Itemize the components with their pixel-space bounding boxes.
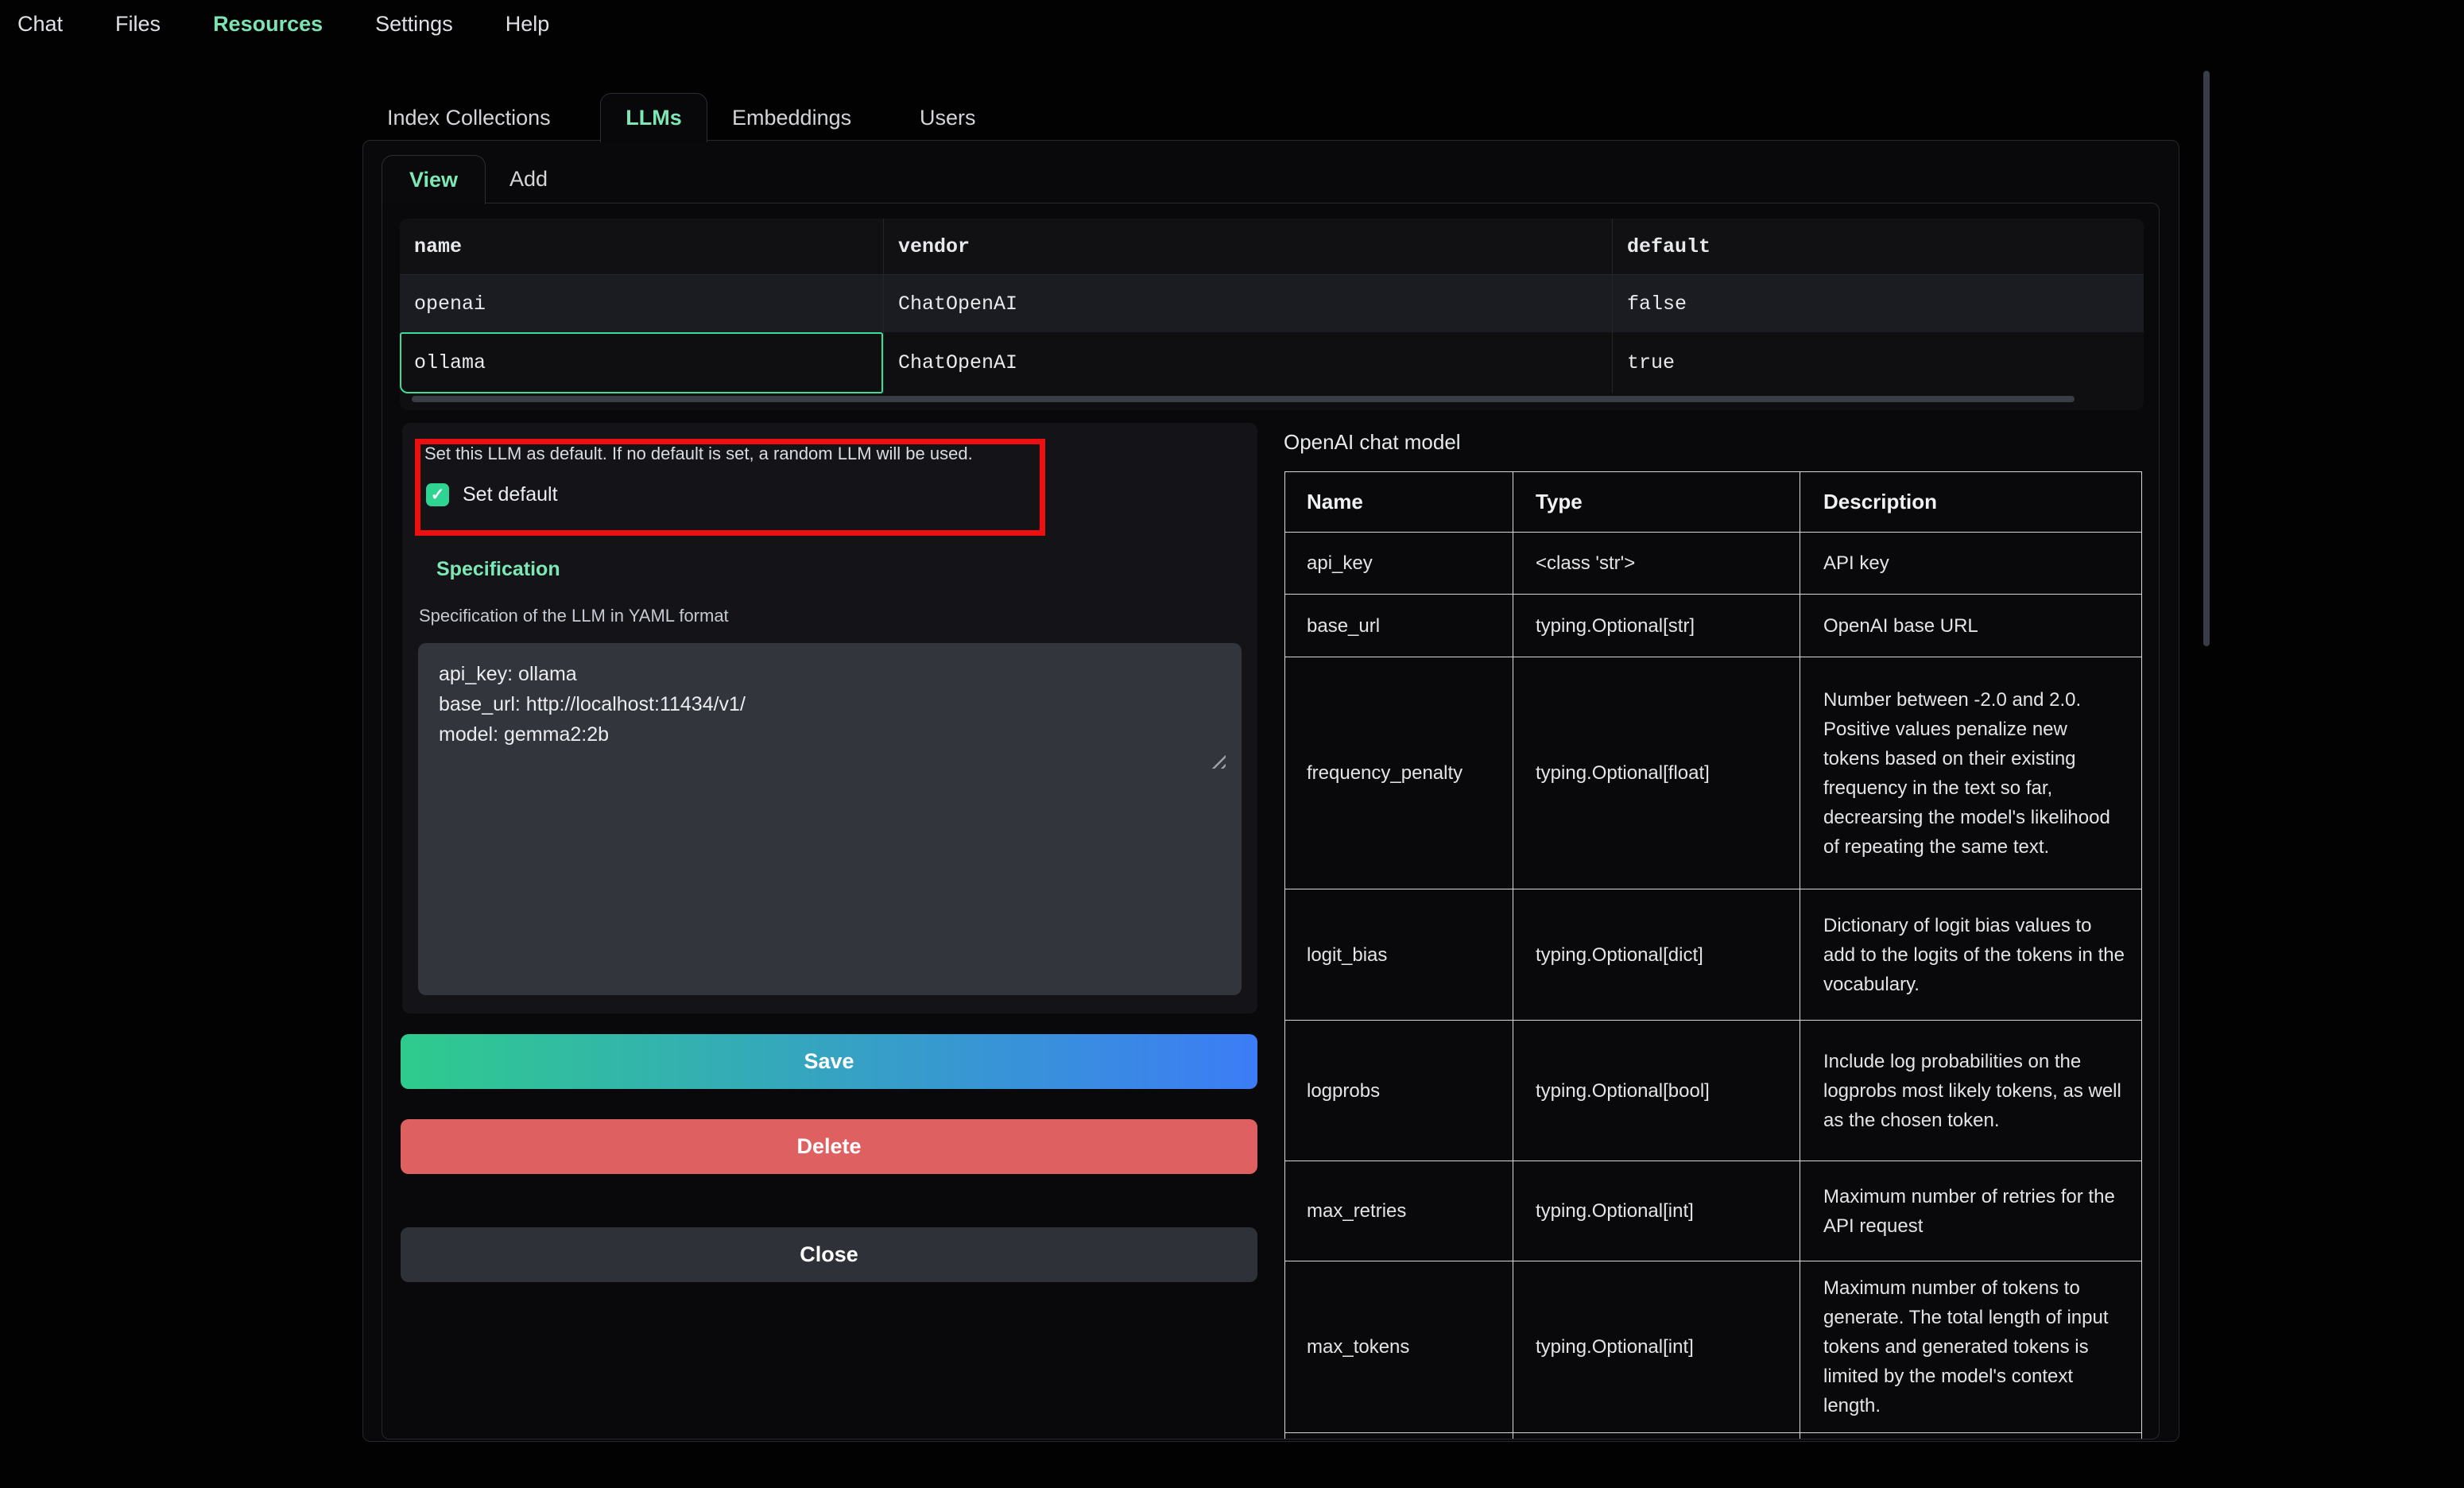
param-description: Number between -2.0 and 2.0. Positive va…	[1800, 657, 2141, 889]
table-row: base_url typing.Optional[str] OpenAI bas…	[1285, 595, 2141, 657]
delete-button[interactable]: Delete	[401, 1119, 1257, 1174]
param-type: <class 'str'>	[1513, 533, 1800, 594]
tab-embeddings[interactable]: Embeddings	[732, 93, 851, 142]
nav-item-chat[interactable]: Chat	[17, 12, 63, 37]
set-default-row: ✓ Set default	[426, 483, 558, 506]
param-name	[1285, 1433, 1513, 1439]
app-root: Chat Files Resources Settings Help Index…	[0, 0, 2464, 1488]
table-row-partial	[1285, 1433, 2141, 1439]
llm-col-vendor: vendor	[883, 219, 1612, 274]
table-row: logit_bias typing.Optional[dict] Diction…	[1285, 889, 2141, 1021]
top-nav: Chat Files Resources Settings Help	[0, 0, 2464, 48]
table-row: api_key <class 'str'> API key	[1285, 533, 2141, 595]
nav-item-settings[interactable]: Settings	[375, 12, 453, 37]
param-name: max_retries	[1285, 1161, 1513, 1261]
llm-row-default: false	[1612, 275, 2144, 332]
close-button[interactable]: Close	[401, 1227, 1257, 1282]
tab-index-collections[interactable]: Index Collections	[387, 93, 551, 142]
params-header-row: Name Type Description	[1285, 472, 2141, 533]
llm-list-table: name vendor default openai ChatOpenAI fa…	[400, 219, 2144, 410]
set-default-label: Set default	[463, 483, 558, 506]
check-icon: ✓	[431, 485, 445, 505]
param-description: API key	[1800, 533, 2141, 594]
table-row: max_retries typing.Optional[int] Maximum…	[1285, 1161, 2141, 1261]
llm-row-name[interactable]: openai	[400, 275, 883, 332]
specification-heading: Specification	[436, 558, 560, 581]
tab-llms[interactable]: LLMs	[600, 93, 707, 142]
save-button[interactable]: Save	[401, 1034, 1257, 1089]
param-description: Dictionary of logit bias values to add t…	[1800, 889, 2141, 1020]
llm-row-vendor: ChatOpenAI	[883, 275, 1612, 332]
llm-table-header: name vendor default	[400, 219, 2144, 275]
param-type: typing.Optional[float]	[1513, 657, 1800, 889]
param-type	[1513, 1433, 1800, 1439]
nav-item-files[interactable]: Files	[115, 12, 161, 37]
nav-item-resources[interactable]: Resources	[213, 12, 323, 37]
param-name: base_url	[1285, 595, 1513, 657]
llm-row-vendor: ChatOpenAI	[883, 332, 1612, 393]
params-table-viewport: Name Type Description api_key <class 'st…	[1284, 471, 2143, 1439]
param-description: Maximum number of retries for the API re…	[1800, 1161, 2141, 1261]
llm-col-name: name	[400, 219, 883, 274]
subtab-view[interactable]: View	[382, 155, 486, 204]
nav-item-help[interactable]: Help	[506, 12, 550, 37]
params-panel-title: OpenAI chat model	[1284, 430, 1461, 455]
yaml-specification-input[interactable]: api_key: ollama base_url: http://localho…	[418, 643, 1242, 995]
params-table: Name Type Description api_key <class 'st…	[1284, 471, 2142, 1439]
llm-row-name[interactable]: ollama	[400, 332, 883, 393]
param-type: typing.Optional[int]	[1513, 1261, 1800, 1432]
params-col-name: Name	[1285, 472, 1513, 532]
params-col-type: Type	[1513, 472, 1800, 532]
llm-col-default: default	[1612, 219, 2144, 274]
param-type: typing.Optional[int]	[1513, 1161, 1800, 1261]
set-default-checkbox[interactable]: ✓	[426, 483, 449, 506]
param-description: Include log probabilities on the logprob…	[1800, 1021, 2141, 1161]
tab-users[interactable]: Users	[920, 93, 976, 142]
vertical-scrollbar[interactable]	[2203, 71, 2210, 646]
specification-helper: Specification of the LLM in YAML format	[419, 606, 729, 626]
table-row-selected[interactable]: ollama ChatOpenAI true	[400, 332, 2144, 393]
subtab-add[interactable]: Add	[509, 155, 548, 203]
table-row[interactable]: openai ChatOpenAI false	[400, 275, 2144, 332]
param-name: frequency_penalty	[1285, 657, 1513, 889]
param-name: logit_bias	[1285, 889, 1513, 1020]
llm-row-default: true	[1612, 332, 2144, 393]
table-row: max_tokens typing.Optional[int] Maximum …	[1285, 1261, 2141, 1433]
param-description: Maximum number of tokens to generate. Th…	[1800, 1261, 2141, 1432]
param-name: max_tokens	[1285, 1261, 1513, 1432]
param-description	[1800, 1433, 2141, 1439]
horizontal-scrollbar[interactable]	[412, 396, 2075, 402]
table-row: logprobs typing.Optional[bool] Include l…	[1285, 1021, 2141, 1161]
table-row: frequency_penalty typing.Optional[float]…	[1285, 657, 2141, 889]
set-default-note: Set this LLM as default. If no default i…	[424, 444, 1036, 464]
llm-detail-form: Set this LLM as default. If no default i…	[402, 423, 1257, 1013]
param-type: typing.Optional[dict]	[1513, 889, 1800, 1020]
param-name: logprobs	[1285, 1021, 1513, 1161]
param-description: OpenAI base URL	[1800, 595, 2141, 657]
param-type: typing.Optional[str]	[1513, 595, 1800, 657]
param-name: api_key	[1285, 533, 1513, 594]
params-col-description: Description	[1800, 472, 2141, 532]
param-type: typing.Optional[bool]	[1513, 1021, 1800, 1161]
